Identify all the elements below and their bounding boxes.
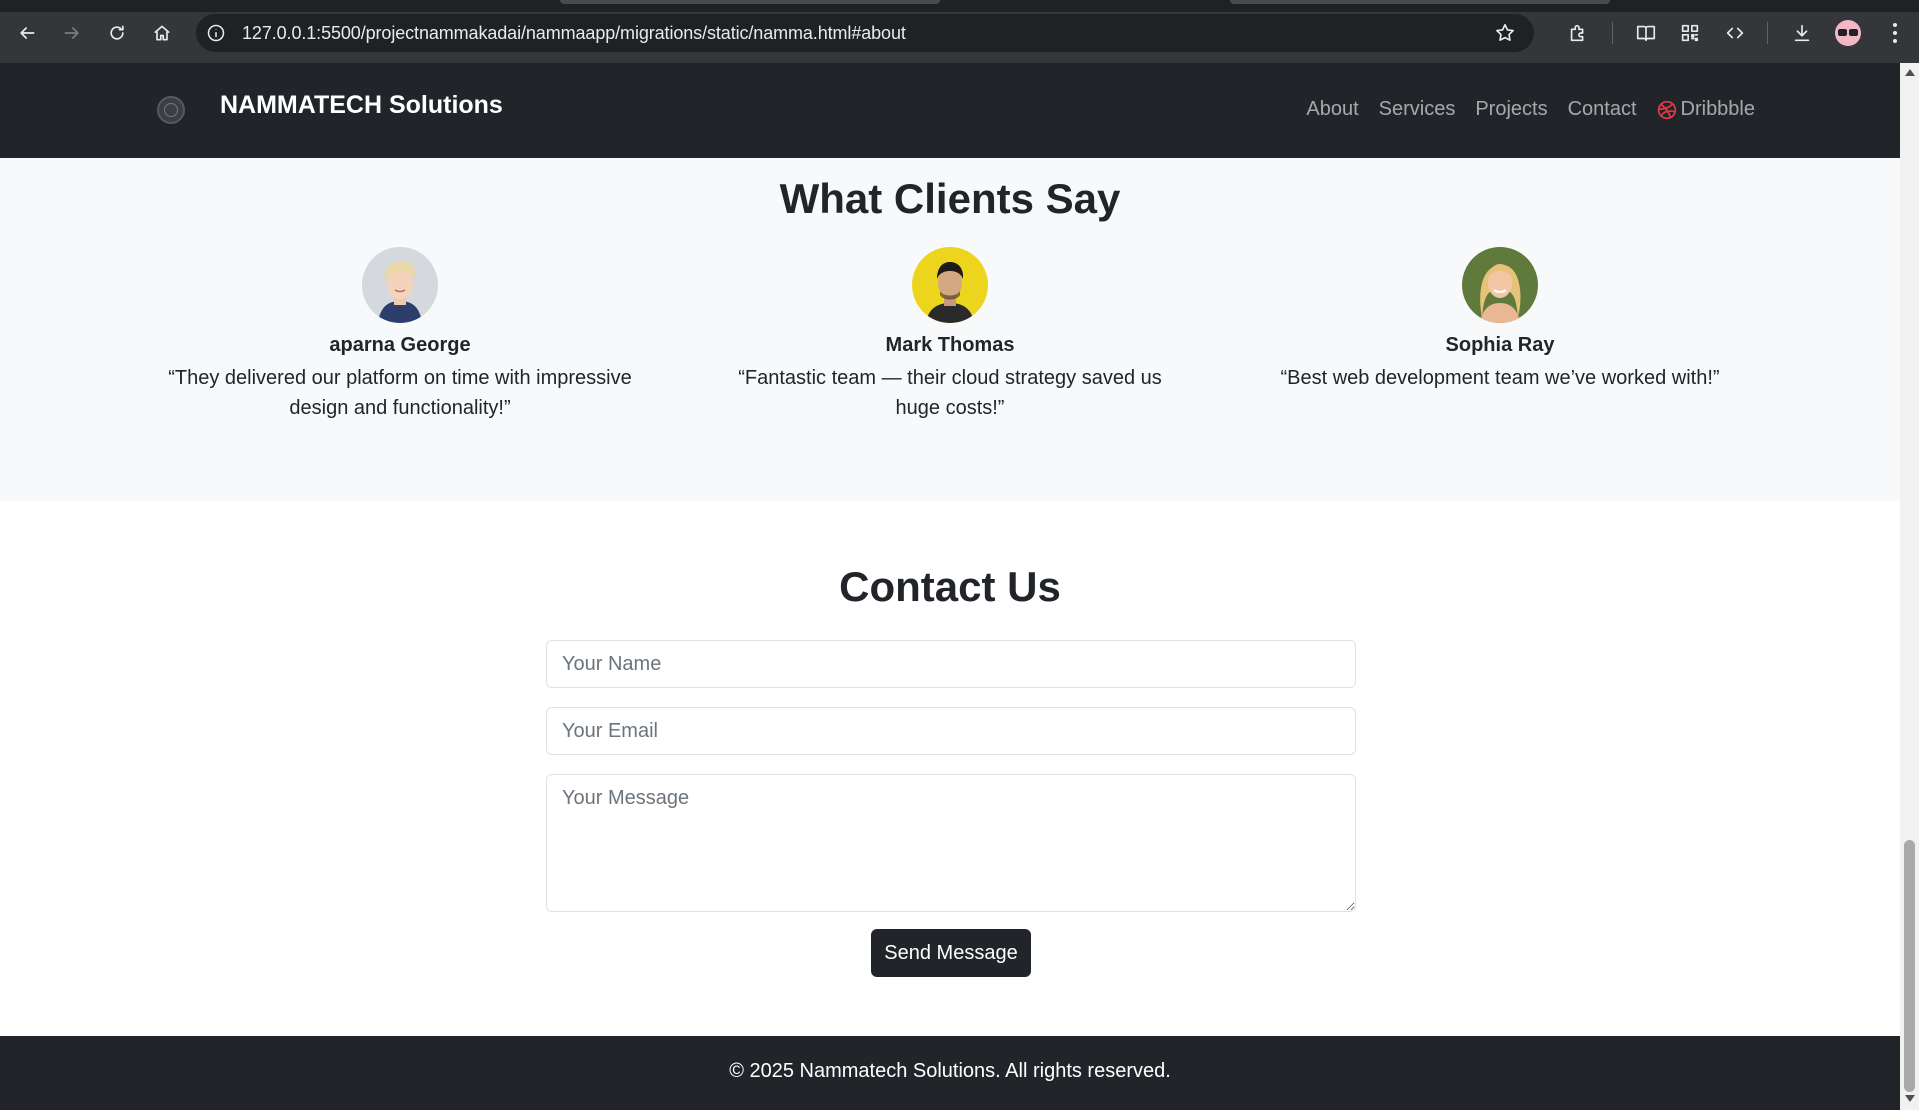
avatar-glasses-left bbox=[1838, 29, 1847, 36]
testimonial-card: Mark Thomas “Fantastic team — their clou… bbox=[700, 247, 1200, 423]
nav-link-about[interactable]: About bbox=[1306, 98, 1358, 121]
client-avatar bbox=[912, 247, 988, 323]
nav-link-dribbble[interactable]: Dribbble bbox=[1657, 98, 1755, 121]
browser-toolbar: 127.0.0.1:5500/projectnammakadai/nammaap… bbox=[0, 0, 1919, 63]
brand-name[interactable]: NAMMATECH Solutions bbox=[220, 91, 503, 120]
page-viewport: NAMMATECH Solutions About Services Proje… bbox=[0, 63, 1900, 1110]
footer-copyright: © 2025 Nammatech Solutions. All rights r… bbox=[729, 1060, 1171, 1082]
testimonial-card: Sophia Ray “Best web development team we… bbox=[1250, 247, 1750, 393]
download-icon bbox=[1794, 24, 1810, 42]
extensions-button[interactable] bbox=[1561, 16, 1595, 50]
nav-link-projects[interactable]: Projects bbox=[1475, 98, 1547, 121]
client-avatar bbox=[362, 247, 438, 323]
testimonial-card: aparna George “They delivered our platfo… bbox=[150, 247, 650, 423]
client-quote: “Best web development team we’ve worked … bbox=[1280, 367, 1720, 389]
brand-logo-icon[interactable] bbox=[157, 96, 185, 124]
send-message-button[interactable]: Send Message bbox=[871, 929, 1031, 977]
client-avatar bbox=[1462, 247, 1538, 323]
code-icon bbox=[1726, 27, 1744, 39]
contact-title: Contact Us bbox=[839, 563, 1061, 610]
nav-link-services[interactable]: Services bbox=[1379, 98, 1456, 121]
home-button[interactable] bbox=[145, 16, 179, 50]
arrow-right-icon bbox=[64, 27, 79, 39]
nav-links: About Services Projects Contact Dribbble bbox=[1306, 98, 1755, 121]
testimonials-title: What Clients Say bbox=[779, 175, 1121, 222]
client-quote: “They delivered our platform on time wit… bbox=[168, 367, 632, 419]
site-navbar: NAMMATECH Solutions About Services Proje… bbox=[0, 63, 1900, 158]
nav-link-contact[interactable]: Contact bbox=[1568, 98, 1637, 121]
reading-mode-icon bbox=[1636, 25, 1656, 42]
reload-button[interactable] bbox=[100, 16, 134, 50]
qr-code-button[interactable] bbox=[1673, 16, 1707, 50]
bookmark-star-icon[interactable] bbox=[1494, 22, 1516, 44]
reading-mode-button[interactable] bbox=[1629, 16, 1663, 50]
forward-button[interactable] bbox=[55, 16, 89, 50]
scroll-up-arrow-icon[interactable] bbox=[1905, 69, 1915, 76]
client-name: Mark Thomas bbox=[885, 334, 1015, 356]
arrow-left-icon bbox=[20, 27, 35, 39]
qr-code-icon bbox=[1681, 24, 1699, 42]
profile-avatar[interactable] bbox=[1835, 20, 1861, 46]
page-scrollbar[interactable] bbox=[1900, 63, 1919, 1110]
testimonials-section: What Clients Say aparna George “They del… bbox=[0, 158, 1900, 501]
email-input[interactable] bbox=[546, 707, 1356, 755]
message-textarea[interactable] bbox=[546, 774, 1356, 912]
browser-menu-button[interactable] bbox=[1880, 18, 1910, 48]
toolbar-divider bbox=[1767, 22, 1768, 44]
client-name: aparna George bbox=[329, 334, 471, 356]
devtools-button[interactable] bbox=[1718, 16, 1752, 50]
address-bar[interactable]: 127.0.0.1:5500/projectnammakadai/nammaap… bbox=[196, 14, 1534, 52]
puzzle-icon bbox=[1570, 24, 1584, 42]
back-button[interactable] bbox=[10, 16, 44, 50]
reload-icon bbox=[110, 25, 124, 40]
home-icon bbox=[154, 25, 170, 41]
client-quote: “Fantastic team — their cloud strategy s… bbox=[738, 367, 1162, 419]
scrollbar-thumb[interactable] bbox=[1904, 840, 1915, 1092]
nav-link-dribbble-label: Dribbble bbox=[1680, 98, 1755, 120]
avatar-glasses-right bbox=[1849, 29, 1858, 36]
scroll-down-arrow-icon[interactable] bbox=[1905, 1095, 1915, 1102]
client-name: Sophia Ray bbox=[1445, 334, 1555, 356]
dribbble-icon bbox=[1657, 100, 1677, 120]
site-info-icon[interactable] bbox=[206, 23, 226, 43]
site-footer: © 2025 Nammatech Solutions. All rights r… bbox=[0, 1036, 1900, 1110]
contact-section: Contact Us Send Message bbox=[0, 501, 1900, 1036]
browser-tab[interactable] bbox=[1230, 0, 1610, 4]
name-input[interactable] bbox=[546, 640, 1356, 688]
url-text[interactable]: 127.0.0.1:5500/projectnammakadai/nammaap… bbox=[242, 23, 906, 44]
tab-strip bbox=[0, 0, 1919, 12]
downloads-button[interactable] bbox=[1785, 16, 1819, 50]
toolbar-divider bbox=[1612, 22, 1613, 44]
browser-tab[interactable] bbox=[560, 0, 940, 4]
